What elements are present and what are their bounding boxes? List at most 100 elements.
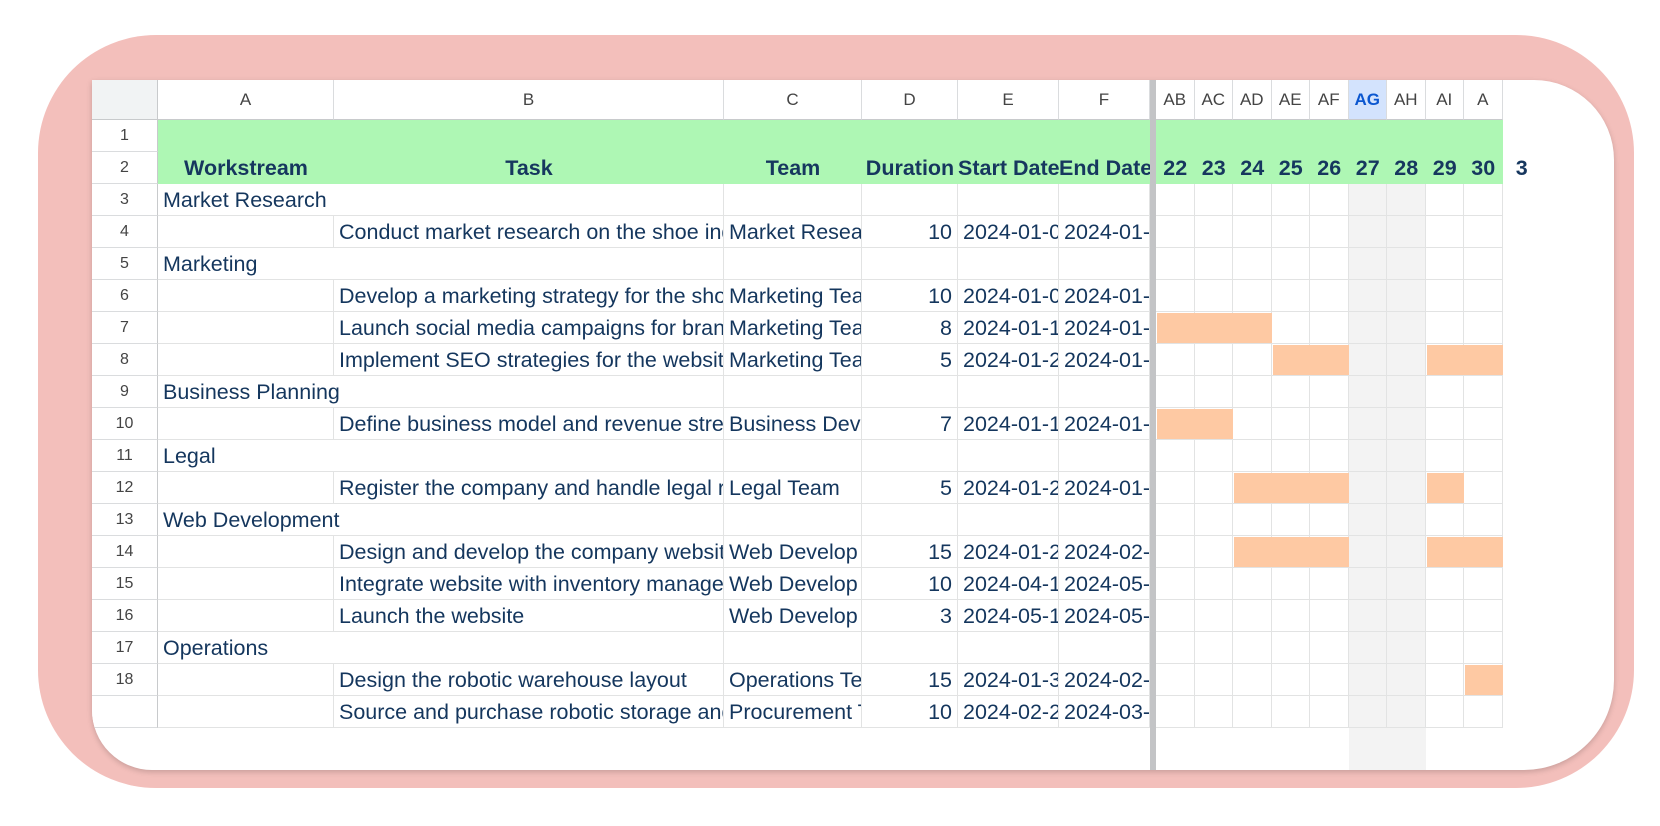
cell-d[interactable]: 10 <box>862 568 958 600</box>
cell-a[interactable] <box>158 280 334 312</box>
cell-e[interactable]: 2024-02-2 <box>958 696 1059 728</box>
cell-f[interactable]: 2024-05- <box>1059 600 1150 632</box>
row-header[interactable]: 17 <box>92 632 158 664</box>
timeline-cell[interactable] <box>1348 536 1387 568</box>
row-header[interactable]: 11 <box>92 440 158 472</box>
column-header-b[interactable]: B <box>334 80 724 120</box>
cell-e[interactable]: 2024-01-1 <box>958 408 1059 440</box>
cell-f[interactable]: 2024-01- <box>1059 280 1150 312</box>
timeline-cell[interactable] <box>1348 376 1387 408</box>
column-header-ae[interactable]: AE <box>1271 80 1310 120</box>
cell-a[interactable] <box>158 568 334 600</box>
timeline-cell[interactable] <box>1271 664 1310 696</box>
timeline-cell[interactable] <box>1271 440 1310 472</box>
row-header[interactable]: 13 <box>92 504 158 536</box>
cell-b[interactable] <box>334 248 724 280</box>
timeline-cell[interactable] <box>1233 504 1272 536</box>
timeline-cell[interactable] <box>1194 600 1233 632</box>
timeline-cell[interactable] <box>1233 600 1272 632</box>
timeline-cell[interactable] <box>1425 248 1464 280</box>
cell-e[interactable] <box>958 440 1059 472</box>
cell-c[interactable]: Marketing Tea <box>724 312 862 344</box>
row-header[interactable]: 14 <box>92 536 158 568</box>
row-header[interactable]: 7 <box>92 312 158 344</box>
cell-d[interactable]: 15 <box>862 664 958 696</box>
gantt-bar[interactable] <box>1426 473 1464 503</box>
timeline-cell[interactable] <box>1271 408 1310 440</box>
cell-c[interactable]: Marketing Tea <box>724 344 862 376</box>
column-header-a[interactable]: A <box>158 80 334 120</box>
column-header-ah[interactable]: AH <box>1387 80 1426 120</box>
timeline-cell[interactable] <box>1348 568 1387 600</box>
timeline-cell[interactable] <box>1156 600 1195 632</box>
timeline-cell[interactable] <box>1271 184 1310 216</box>
gantt-bar[interactable] <box>1426 345 1503 375</box>
cell-c[interactable] <box>724 248 862 280</box>
cell-a[interactable]: Operations <box>158 632 334 664</box>
frozen-column-divider[interactable] <box>1150 80 1156 770</box>
timeline-cell[interactable] <box>1310 696 1349 728</box>
header-end[interactable]: End Date <box>1059 152 1150 184</box>
cell-b[interactable]: Integrate website with inventory manage <box>334 568 724 600</box>
timeline-cell[interactable] <box>1425 376 1464 408</box>
header-workstream[interactable]: Workstream <box>158 152 334 184</box>
timeline-cell[interactable] <box>1387 280 1426 312</box>
cell-c[interactable] <box>724 376 862 408</box>
header-day-22[interactable]: 22 <box>1156 152 1195 184</box>
timeline-cell[interactable] <box>1156 248 1195 280</box>
timeline-cell[interactable] <box>1464 280 1503 312</box>
cell-b[interactable]: Implement SEO strategies for the website <box>334 344 724 376</box>
timeline-cell[interactable] <box>1425 216 1464 248</box>
row-header[interactable]: 2 <box>92 152 158 184</box>
cell-a[interactable] <box>158 696 334 728</box>
timeline-cell[interactable] <box>1387 568 1426 600</box>
cell-e[interactable]: 2024-01-3 <box>958 664 1059 696</box>
cell-c[interactable] <box>724 504 862 536</box>
timeline-cell[interactable] <box>1156 696 1195 728</box>
timeline-cell[interactable] <box>1310 440 1349 472</box>
row-header[interactable] <box>92 696 158 728</box>
timeline-cell[interactable] <box>1271 248 1310 280</box>
timeline-cell[interactable] <box>1310 632 1349 664</box>
cell-c[interactable]: Web Develop <box>724 600 862 632</box>
cell-b[interactable]: Define business model and revenue strea <box>334 408 724 440</box>
row-header[interactable]: 18 <box>92 664 158 696</box>
gantt-bar[interactable] <box>1234 473 1349 503</box>
timeline-cell[interactable] <box>1464 216 1503 248</box>
cell-e[interactable]: 2024-01-0 <box>958 216 1059 248</box>
timeline-cell[interactable] <box>1271 504 1310 536</box>
column-header-d[interactable]: D <box>862 80 958 120</box>
timeline-cell[interactable] <box>1271 376 1310 408</box>
timeline-cell[interactable] <box>1194 696 1233 728</box>
header-day-24[interactable]: 24 <box>1233 152 1272 184</box>
timeline-cell[interactable] <box>1310 184 1349 216</box>
cell-b[interactable]: Register the company and handle legal re <box>334 472 724 504</box>
timeline-cell[interactable] <box>1310 376 1349 408</box>
timeline-cell[interactable] <box>1464 472 1503 504</box>
cell-c[interactable] <box>724 184 862 216</box>
timeline-cell[interactable] <box>1425 568 1464 600</box>
timeline-cell[interactable] <box>1233 440 1272 472</box>
timeline-cell[interactable] <box>1194 376 1233 408</box>
cell-d[interactable] <box>862 632 958 664</box>
timeline-cell[interactable] <box>1156 568 1195 600</box>
timeline-cell[interactable] <box>1387 632 1426 664</box>
cell-a[interactable]: Legal <box>158 440 334 472</box>
cell-e[interactable]: 2024-05-1 <box>958 600 1059 632</box>
cell-c[interactable]: Market Resea <box>724 216 862 248</box>
cell-b[interactable]: Source and purchase robotic storage and <box>334 696 724 728</box>
timeline-cell[interactable] <box>1156 504 1195 536</box>
cell-d[interactable] <box>862 376 958 408</box>
row-header[interactable]: 3 <box>92 184 158 216</box>
timeline-cell[interactable] <box>1156 216 1195 248</box>
cell-f[interactable] <box>1059 184 1150 216</box>
cell-a[interactable] <box>158 312 334 344</box>
timeline-cell[interactable] <box>1194 440 1233 472</box>
timeline-cell[interactable] <box>1310 504 1349 536</box>
cell-d[interactable]: 10 <box>862 696 958 728</box>
row-header[interactable]: 5 <box>92 248 158 280</box>
row-header[interactable]: 9 <box>92 376 158 408</box>
timeline-cell[interactable] <box>1425 664 1464 696</box>
timeline-cell[interactable] <box>1310 312 1349 344</box>
timeline-cell[interactable] <box>1464 568 1503 600</box>
